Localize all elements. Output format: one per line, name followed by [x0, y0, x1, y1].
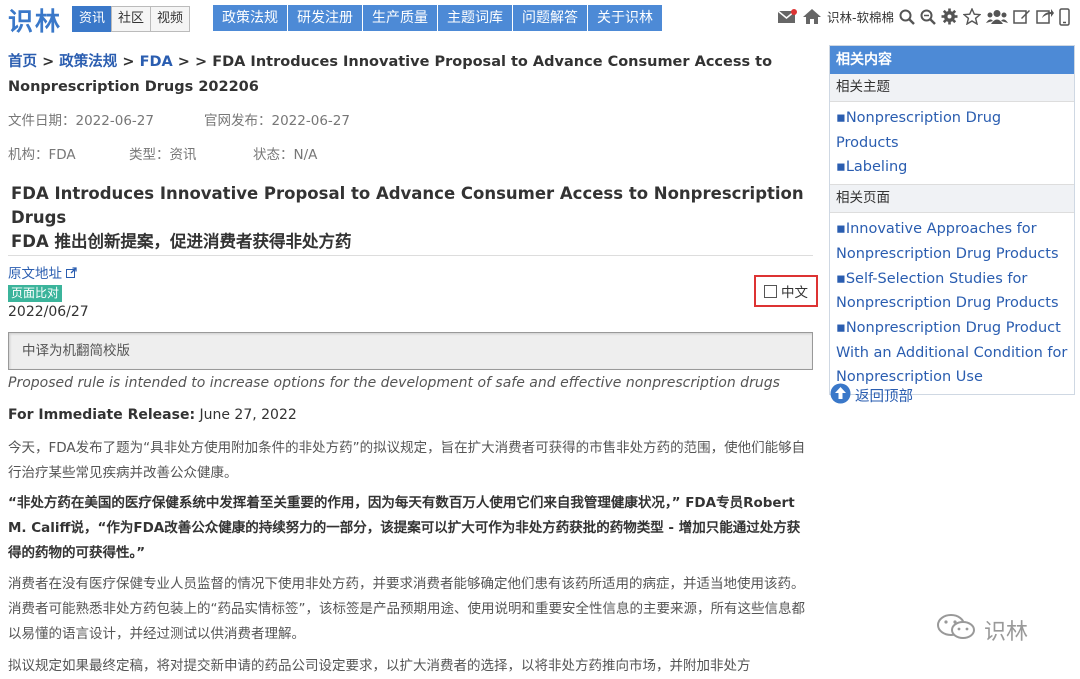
chinese-toggle[interactable]: 中文	[754, 275, 818, 307]
breadcrumb-fda[interactable]: FDA	[140, 54, 173, 70]
related-topic-link[interactable]: Nonprescription Drug Products	[836, 110, 1001, 151]
wechat-watermark: 识林	[936, 612, 1028, 648]
related-pages-list: ▪Innovative Approaches for Nonprescripti…	[830, 213, 1074, 394]
search-icon[interactable]	[899, 9, 915, 25]
edit-icon[interactable]	[1013, 8, 1031, 25]
group-icon[interactable]	[986, 9, 1008, 25]
title-zh: FDA 推出创新提案，促进消费者获得非处方药	[11, 232, 352, 251]
chinese-toggle-label: 中文	[781, 285, 808, 301]
breadcrumb-separator: > >	[177, 54, 208, 70]
article-date: 2022/06/27	[8, 304, 89, 320]
mobile-icon[interactable]	[1059, 7, 1070, 26]
article-subtitle: Proposed rule is intended to increase op…	[8, 375, 780, 391]
share-icon[interactable]	[1036, 8, 1054, 25]
related-page-item[interactable]: ▪Nonprescription Drug Product With an Ad…	[836, 316, 1068, 390]
compare-badge[interactable]: 页面比对	[8, 285, 63, 302]
publish-date: 官网发布：2022-06-27	[204, 113, 350, 129]
related-topic-link[interactable]: Labeling	[846, 159, 908, 175]
nav-rnd[interactable]: 研发注册	[288, 5, 363, 31]
nav-policy[interactable]: 政策法规	[213, 5, 288, 31]
related-topic-item[interactable]: ▪Nonprescription Drug Products	[836, 106, 1068, 155]
breadcrumb-separator: >	[122, 54, 135, 70]
wechat-icon	[936, 612, 978, 648]
original-link[interactable]: 原文地址	[8, 262, 813, 282]
related-pages-label: 相关页面	[830, 184, 1074, 214]
breadcrumb-home[interactable]: 首页	[8, 54, 37, 70]
checkbox-icon[interactable]	[764, 284, 777, 298]
article-title: FDA Introduces Innovative Proposal to Ad…	[8, 182, 813, 256]
original-link-label[interactable]: 原文地址	[8, 266, 62, 282]
watermark-text: 识林	[984, 620, 1029, 645]
related-page-item[interactable]: ▪Self-Selection Studies for Nonprescript…	[836, 267, 1068, 316]
doc-type: 类型：资讯	[129, 147, 197, 163]
zoom-icon[interactable]	[920, 9, 936, 25]
home-icon[interactable]	[802, 8, 822, 25]
breadcrumb-separator: >	[42, 54, 55, 70]
doc-date: 文件日期：2022-06-27	[8, 113, 154, 129]
mail-icon[interactable]	[777, 8, 797, 25]
scope-tab-video[interactable]: 视频	[150, 6, 191, 32]
star-icon[interactable]	[963, 8, 981, 25]
doc-status: 状态：N/A	[253, 147, 318, 163]
release-label: For Immediate Release:	[8, 407, 196, 423]
release-date: June 27, 2022	[195, 407, 297, 423]
paragraph-1: 今天，FDA发布了题为“具非处方使用附加条件的非处方药”的拟议规定，旨在扩大消费…	[8, 440, 806, 481]
nav-quality[interactable]: 生产质量	[363, 5, 438, 31]
scope-tab-news[interactable]: 资讯	[72, 6, 113, 32]
back-to-top-label[interactable]: 返回顶部	[855, 385, 913, 406]
top-bar: 识林 资讯 社区 视频 政策法规 研发注册 生产质量 主题词库 问题解答 关于识…	[0, 0, 1080, 38]
related-topics-label: 相关主题	[830, 74, 1074, 102]
agency: 机构：FDA	[8, 147, 76, 163]
user-name[interactable]: 识林-软棉棉	[827, 7, 894, 26]
paragraph-2-quote: “非处方药在美国的医疗保健系统中发挥着至关重要的作用，因为每天有数百万人使用它们…	[8, 495, 801, 561]
machine-translation-note: 中译为机翻简校版	[8, 332, 813, 370]
main-content: 首页 > 政策法规 > FDA > > FDA Introduces Innov…	[8, 50, 818, 674]
breadcrumb-policy[interactable]: 政策法规	[59, 54, 117, 70]
paragraph-4: 拟议规定如果最终定稿，将对提交新申请的药品公司设定要求，以扩大消费者的选择，以将…	[8, 658, 751, 674]
related-topic-item[interactable]: ▪Labeling	[836, 155, 1068, 180]
paragraph-3: 消费者在没有医疗保健专业人员监督的情况下使用非处方药，并要求消费者能够确定他们患…	[8, 576, 805, 642]
scope-tabs: 资讯 社区 视频	[72, 6, 191, 32]
nav-qa[interactable]: 问题解答	[513, 5, 588, 31]
related-sidebar: 相关内容 相关主题 ▪Nonprescription Drug Products…	[829, 45, 1075, 396]
release-line: For Immediate Release: June 27, 2022	[8, 407, 297, 423]
nav-about[interactable]: 关于识林	[588, 5, 662, 31]
arrow-up-icon[interactable]	[830, 383, 851, 408]
sidebar-title: 相关内容	[830, 46, 1074, 74]
nav-topics[interactable]: 主题词库	[438, 5, 513, 31]
gear-icon[interactable]	[941, 8, 958, 25]
meta-row-dates: 文件日期：2022-06-27 官网发布：2022-06-27	[8, 113, 813, 130]
main-nav: 政策法规 研发注册 生产质量 主题词库 问题解答 关于识林	[213, 5, 662, 31]
related-page-link[interactable]: Innovative Approaches for Nonprescriptio…	[836, 221, 1059, 262]
back-to-top[interactable]: 返回顶部	[830, 383, 913, 408]
related-page-item[interactable]: ▪Innovative Approaches for Nonprescripti…	[836, 217, 1068, 266]
toolbar: 识林-软棉棉	[777, 7, 1070, 26]
meta-row-info: 机构：FDA 类型：资讯 状态：N/A	[8, 147, 813, 164]
scope-tab-community[interactable]: 社区	[111, 6, 152, 32]
breadcrumb: 首页 > 政策法规 > FDA > > FDA Introduces Innov…	[8, 50, 813, 100]
related-topics-list: ▪Nonprescription Drug Products ▪Labeling	[830, 102, 1074, 184]
related-page-link[interactable]: Nonprescription Drug Product With an Add…	[836, 320, 1067, 385]
title-en: FDA Introduces Innovative Proposal to Ad…	[11, 184, 804, 227]
related-page-link[interactable]: Self-Selection Studies for Nonprescripti…	[836, 271, 1059, 312]
site-logo[interactable]: 识林	[8, 2, 62, 38]
external-link-icon	[66, 266, 77, 282]
